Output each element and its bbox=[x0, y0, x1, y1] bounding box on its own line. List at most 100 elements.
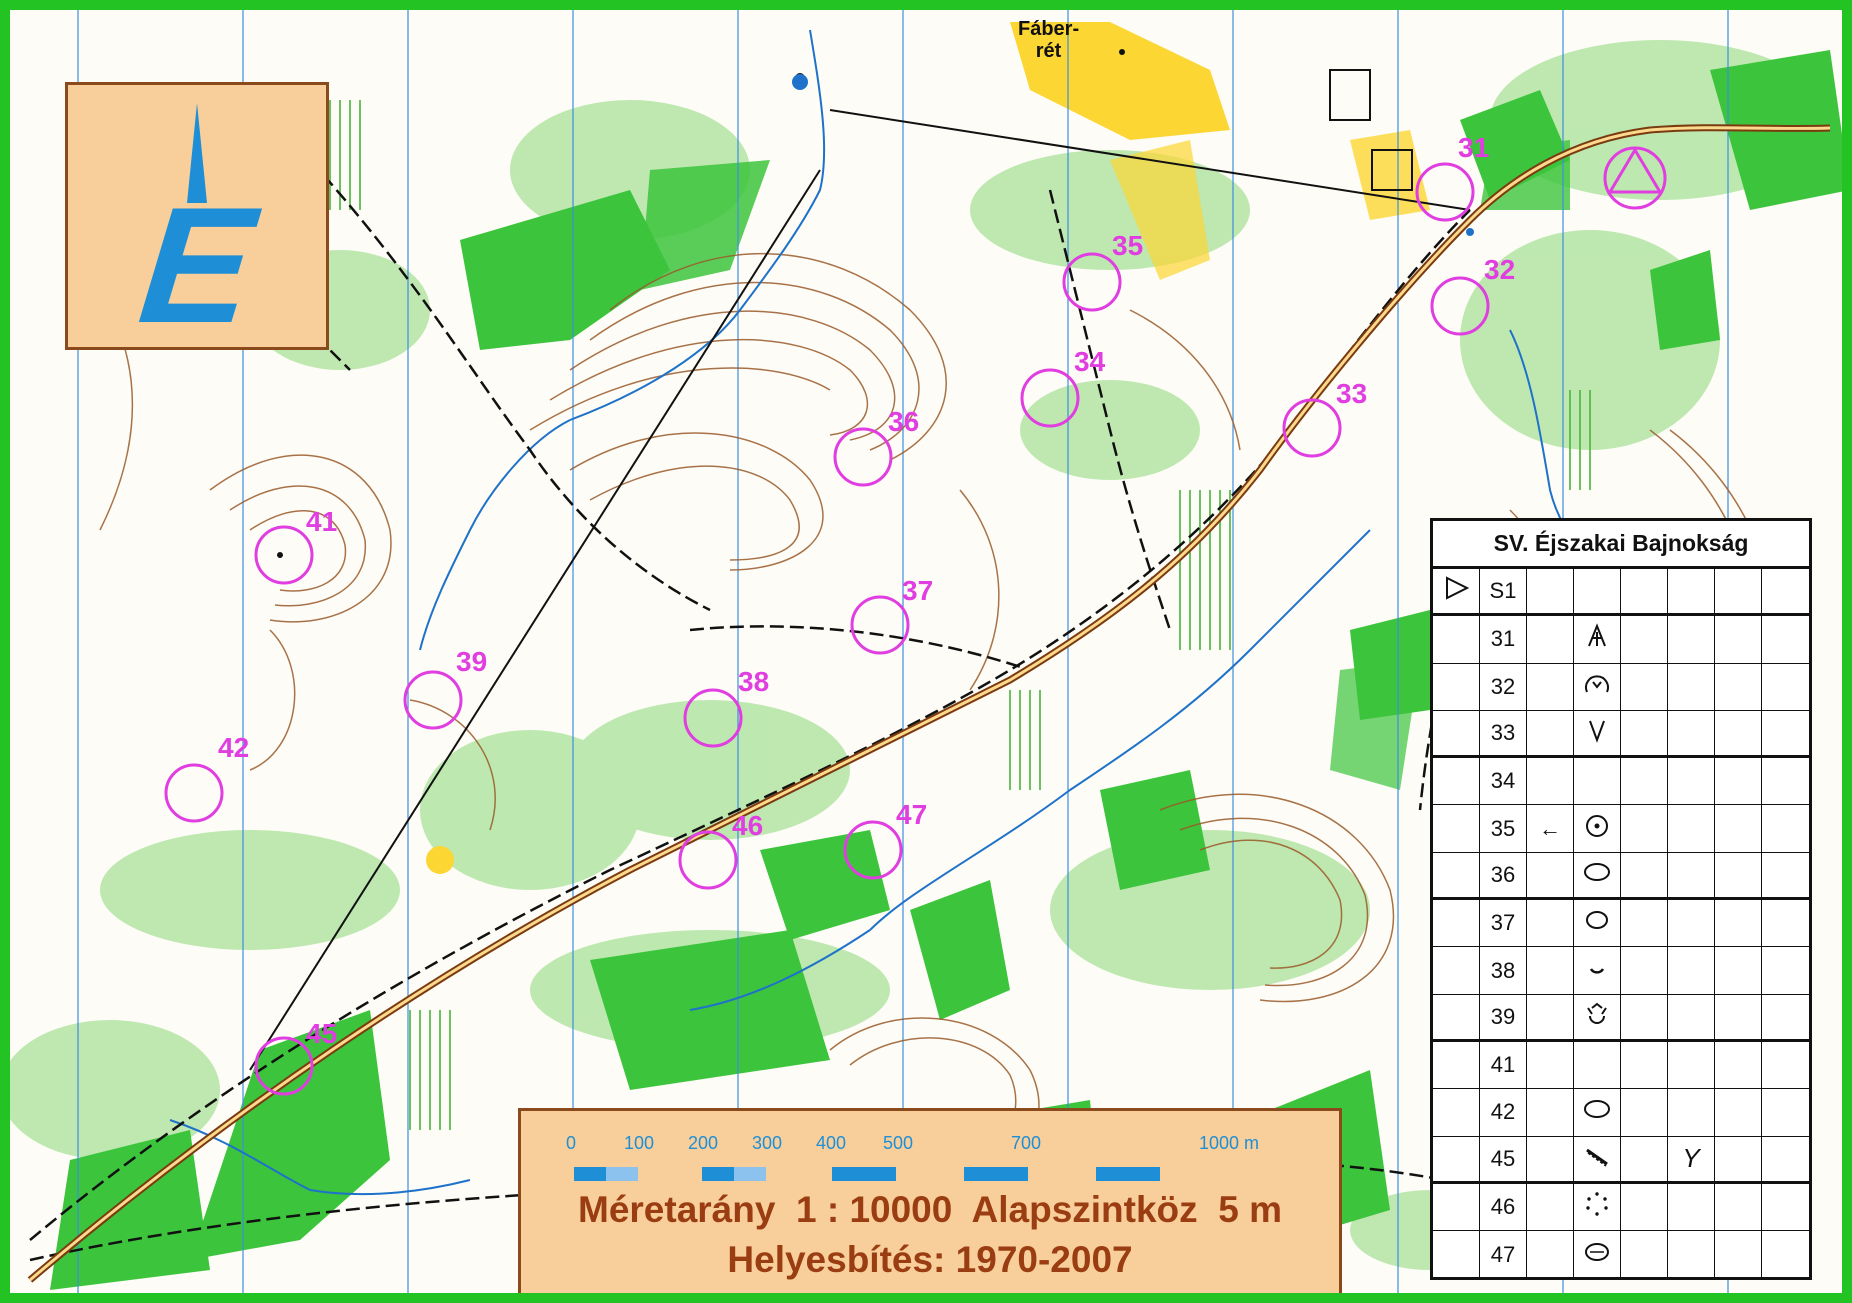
reentrant-icon bbox=[1582, 670, 1612, 704]
cd-empty-cell bbox=[1762, 805, 1809, 851]
control-number: 32 bbox=[1480, 663, 1527, 710]
cd-feature bbox=[1574, 710, 1621, 756]
control-description-row: 38 bbox=[1433, 947, 1809, 995]
cd-feature bbox=[1574, 900, 1621, 947]
control-description-row: 32 bbox=[1433, 663, 1809, 711]
control-description-row: 36 bbox=[1433, 852, 1809, 901]
cd-empty-cell bbox=[1621, 1041, 1668, 1089]
control-description-row: 31 bbox=[1433, 616, 1809, 664]
cd-empty-cell bbox=[1762, 947, 1809, 993]
cd-empty-cell bbox=[1715, 710, 1762, 756]
cd-col-a bbox=[1433, 900, 1480, 947]
cd-empty-cell bbox=[1762, 1089, 1809, 1135]
cd-empty-cell bbox=[1621, 1136, 1668, 1181]
cd-empty-cell bbox=[1621, 758, 1668, 805]
control-description-row: 42 bbox=[1433, 1089, 1809, 1137]
cd-detail bbox=[1668, 1089, 1715, 1136]
cd-direction bbox=[1527, 947, 1574, 994]
control-number: 33 bbox=[1480, 710, 1527, 756]
control-number: 46 bbox=[1480, 1183, 1527, 1231]
cd-col-a bbox=[1433, 569, 1480, 614]
control-label-34: 34 bbox=[1074, 346, 1106, 377]
start-triangle-icon bbox=[1442, 574, 1470, 608]
north-marker-letter: E bbox=[132, 173, 262, 357]
cd-empty-cell bbox=[1715, 1136, 1762, 1181]
scale-bar-segment bbox=[606, 1167, 638, 1181]
cd-col-a bbox=[1433, 758, 1480, 805]
cd-direction bbox=[1527, 1136, 1574, 1181]
event-title: SV. Éjszakai Bajnokság bbox=[1433, 521, 1809, 569]
cd-empty-cell bbox=[1621, 616, 1668, 663]
control-number: 39 bbox=[1480, 994, 1527, 1039]
scale-bar-segment bbox=[832, 1167, 896, 1181]
cd-feature bbox=[1574, 1231, 1621, 1279]
control-description-row: 34 bbox=[1433, 758, 1809, 806]
scale-tick-100: 100 bbox=[624, 1133, 655, 1153]
vegetation-boundary-icon bbox=[1582, 1190, 1612, 1224]
control-number: 34 bbox=[1480, 758, 1527, 805]
cd-empty-cell bbox=[1715, 947, 1762, 994]
cd-empty-cell bbox=[1762, 995, 1809, 1039]
control-number: 37 bbox=[1480, 900, 1527, 947]
control-label-47: 47 bbox=[896, 799, 928, 830]
point-icon bbox=[1583, 812, 1611, 846]
cd-empty-cell bbox=[1762, 1042, 1809, 1088]
cd-empty-cell bbox=[1715, 1089, 1762, 1136]
control-label-39: 39 bbox=[456, 646, 488, 677]
elongated-knoll-icon bbox=[1582, 906, 1612, 940]
cd-detail bbox=[1668, 805, 1715, 852]
cd-feature bbox=[1574, 569, 1621, 614]
scale-tick-300: 300 bbox=[752, 1133, 783, 1153]
scale-tick-400: 400 bbox=[816, 1133, 847, 1153]
cd-detail bbox=[1668, 994, 1715, 1039]
control-description-panel: SV. Éjszakai Bajnokság S1 31 32 33 34 35 ← 36 37… bbox=[1430, 518, 1812, 1280]
ruin-icon bbox=[1583, 622, 1611, 656]
cd-detail bbox=[1668, 852, 1715, 898]
control-description-row: 35 ← bbox=[1433, 805, 1809, 853]
cd-empty-cell bbox=[1715, 569, 1762, 614]
knoll-icon bbox=[1582, 1095, 1612, 1129]
cd-col-a bbox=[1433, 663, 1480, 710]
cd-detail bbox=[1668, 1183, 1715, 1231]
scale-bar-segment bbox=[702, 1167, 734, 1181]
cd-feature bbox=[1574, 1136, 1621, 1181]
control-number: 42 bbox=[1480, 1089, 1527, 1136]
north-marker: E bbox=[65, 82, 329, 357]
control-number: S1 bbox=[1480, 569, 1527, 614]
control-label-33: 33 bbox=[1336, 378, 1368, 409]
cd-detail: Y bbox=[1668, 1136, 1715, 1181]
gully-v-icon bbox=[1583, 716, 1611, 750]
control-label-31: 31 bbox=[1458, 132, 1490, 163]
cd-empty-cell bbox=[1715, 994, 1762, 1039]
cd-empty-cell bbox=[1715, 758, 1762, 805]
cd-direction bbox=[1527, 994, 1574, 1039]
scale-bar-segment bbox=[574, 1167, 606, 1181]
scale-text: Méretarány 1 : 10000 Alapszintköz 5 m bbox=[578, 1189, 1282, 1230]
cd-empty-cell bbox=[1621, 900, 1668, 947]
cd-empty-cell bbox=[1715, 805, 1762, 852]
cd-direction bbox=[1527, 1089, 1574, 1136]
cd-feature bbox=[1574, 994, 1621, 1039]
control-number: 47 bbox=[1480, 1231, 1527, 1279]
control-label-46: 46 bbox=[732, 810, 764, 841]
cd-empty-cell bbox=[1715, 1183, 1762, 1231]
cd-direction bbox=[1527, 663, 1574, 710]
control-description-row: 37 bbox=[1433, 900, 1809, 948]
place-label-faber-ret: Fáber- rét bbox=[1018, 18, 1080, 62]
control-label-32: 32 bbox=[1484, 254, 1516, 285]
control-label-45: 45 bbox=[306, 1018, 338, 1049]
cd-empty-cell bbox=[1762, 900, 1809, 946]
scale-tick-1000: 1000 m bbox=[1199, 1133, 1260, 1153]
cd-direction bbox=[1527, 1183, 1574, 1231]
cd-empty-cell bbox=[1762, 711, 1809, 755]
cd-col-a bbox=[1433, 1183, 1480, 1231]
cd-direction bbox=[1527, 1041, 1574, 1089]
ditch-icon bbox=[1582, 1142, 1612, 1176]
cd-empty-cell bbox=[1621, 710, 1668, 756]
cd-empty-cell bbox=[1715, 852, 1762, 898]
scale-tick-700: 700 bbox=[1011, 1133, 1042, 1153]
cd-empty-cell bbox=[1621, 994, 1668, 1039]
control-number: 38 bbox=[1480, 947, 1527, 994]
cd-direction bbox=[1527, 569, 1574, 614]
control-number: 36 bbox=[1480, 852, 1527, 898]
